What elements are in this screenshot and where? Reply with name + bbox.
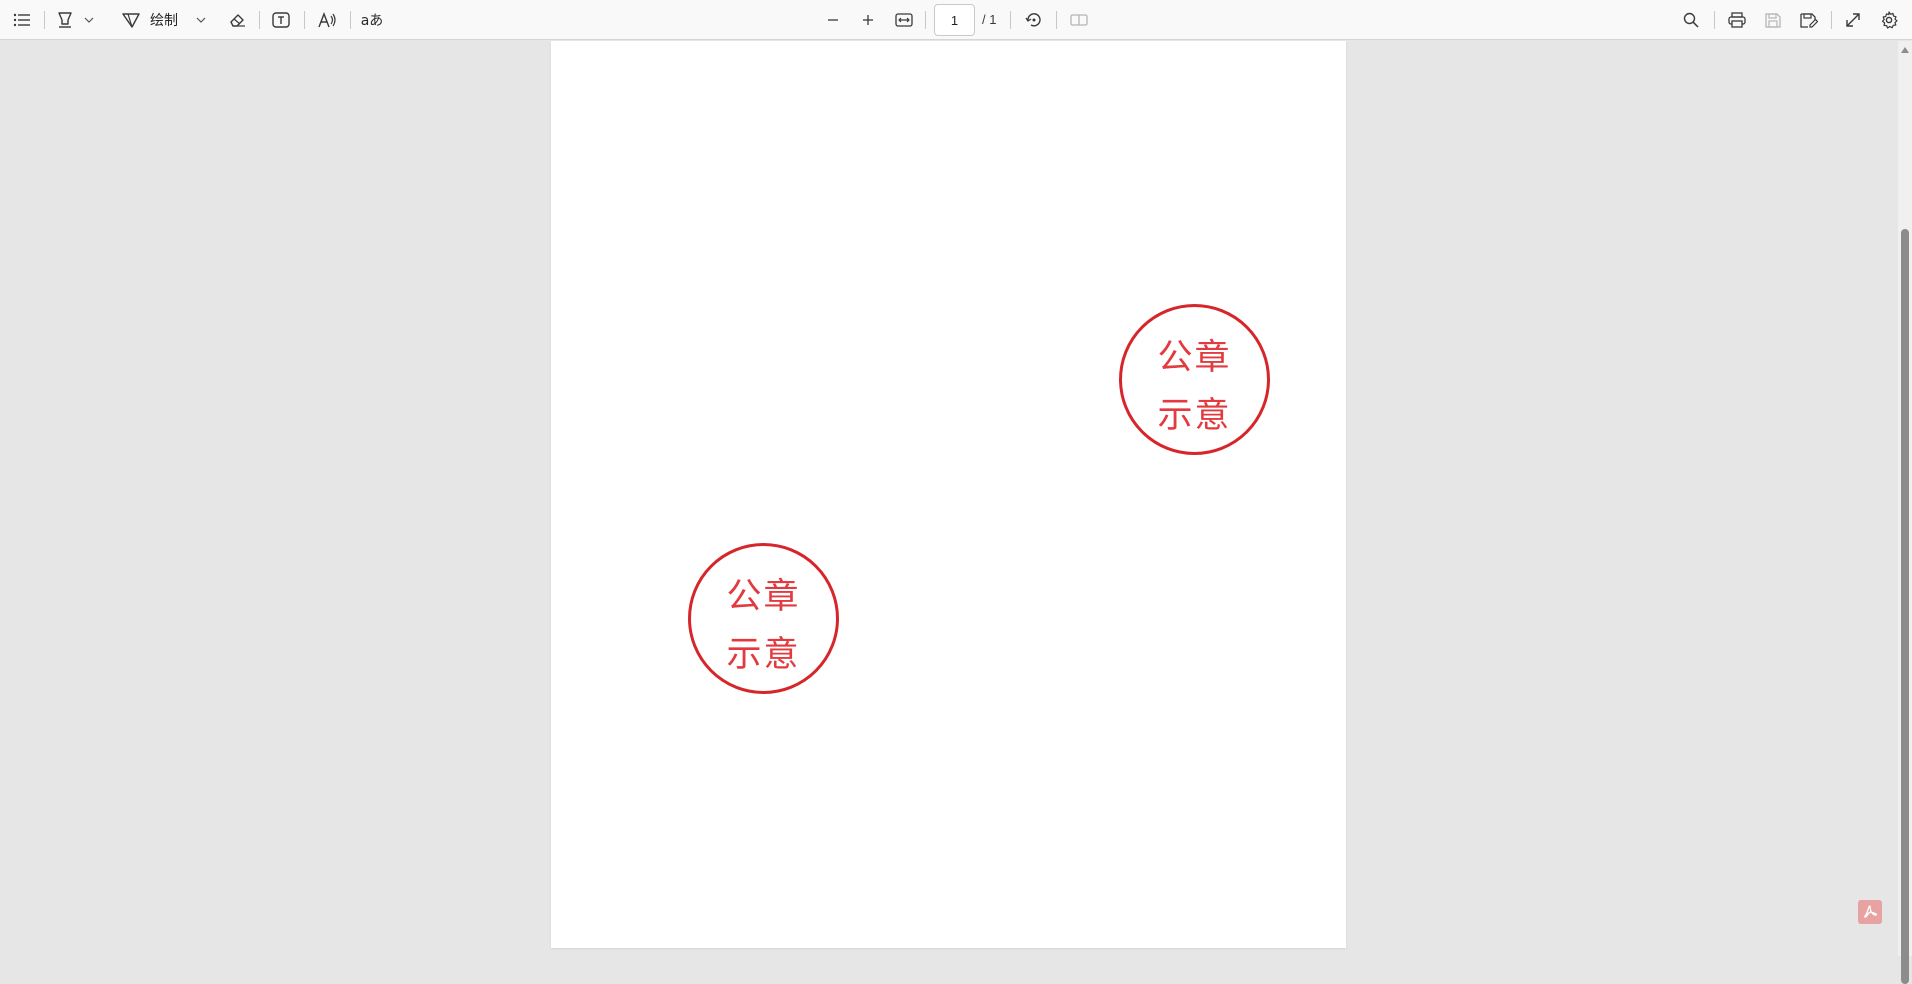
page-view-button[interactable] (1068, 6, 1090, 34)
scroll-thumb[interactable] (1901, 229, 1909, 984)
toolbar-divider (350, 11, 351, 29)
chevron-down-icon (84, 17, 94, 23)
pen-icon (122, 13, 140, 28)
search-icon (1683, 12, 1699, 28)
fit-width-icon (895, 13, 913, 27)
save-as-button[interactable] (1797, 6, 1821, 34)
vertical-scrollbar[interactable] (1898, 41, 1912, 984)
toolbar-divider (1056, 11, 1057, 29)
pdf-badge (1858, 900, 1882, 924)
rotate-icon (1025, 13, 1041, 27)
toolbar-divider (259, 11, 260, 29)
toolbar-divider (925, 11, 926, 29)
draw-dropdown[interactable] (194, 6, 208, 34)
translate-icon: aあ (360, 13, 384, 29)
print-icon (1728, 12, 1746, 28)
expand-icon (1846, 13, 1860, 27)
highlight-button[interactable] (54, 6, 76, 34)
draw-label: 绘制 (150, 13, 178, 29)
document-viewer: 公章 示意 公章 示意 (0, 41, 1898, 956)
erase-button[interactable] (226, 6, 248, 34)
pdf-toolbar: 绘制 aあ 1 / 1 (0, 0, 1912, 40)
scroll-down-arrow[interactable] (1900, 941, 1910, 951)
pdf-icon (1864, 905, 1877, 918)
gear-icon (1881, 11, 1898, 29)
save-icon (1765, 13, 1781, 28)
page-total: / 1 (982, 12, 997, 27)
zoom-in-button[interactable] (857, 6, 879, 34)
toolbar-divider (1714, 11, 1715, 29)
read-aloud-icon (318, 12, 336, 28)
chevron-down-icon (196, 17, 206, 23)
highlighter-icon (58, 12, 72, 28)
translate-button[interactable]: aあ (360, 6, 384, 34)
seal-text-line-1: 公章 (1157, 338, 1232, 378)
print-button[interactable] (1725, 6, 1749, 34)
rotate-button[interactable] (1022, 6, 1046, 34)
official-seal: 公章 示意 (1119, 304, 1270, 455)
toolbar-divider (304, 11, 305, 29)
add-text-button[interactable] (270, 6, 292, 34)
zoom-out-button[interactable] (822, 6, 844, 34)
plus-icon (863, 15, 873, 25)
seal-text-line-2: 示意 (726, 635, 801, 675)
arrow-down-icon (1901, 943, 1909, 949)
eraser-icon (230, 14, 245, 27)
list-icon (13, 13, 30, 27)
page-view-icon (1070, 14, 1088, 26)
toolbar-divider (1831, 11, 1832, 29)
save-button[interactable] (1761, 6, 1785, 34)
scroll-up-arrow[interactable] (1900, 45, 1910, 55)
save-as-icon (1800, 13, 1818, 28)
highlight-dropdown[interactable] (82, 6, 96, 34)
official-seal: 公章 示意 (688, 543, 839, 694)
toolbar-divider (1010, 11, 1011, 29)
settings-button[interactable] (1878, 6, 1900, 34)
arrow-up-icon (1901, 47, 1909, 53)
seal-text-line-1: 公章 (726, 577, 801, 617)
read-aloud-button[interactable] (316, 6, 340, 34)
toolbar-divider (44, 11, 45, 29)
text-box-icon (272, 12, 290, 28)
seal-text-line-2: 示意 (1157, 396, 1232, 436)
fullscreen-button[interactable] (1842, 6, 1864, 34)
page-number-input[interactable] (934, 4, 975, 36)
pdf-page: 公章 示意 公章 示意 (551, 41, 1346, 948)
minus-icon (828, 19, 838, 21)
table-of-contents-button[interactable] (10, 6, 34, 34)
search-button[interactable] (1680, 6, 1702, 34)
fit-width-button[interactable] (893, 6, 915, 34)
